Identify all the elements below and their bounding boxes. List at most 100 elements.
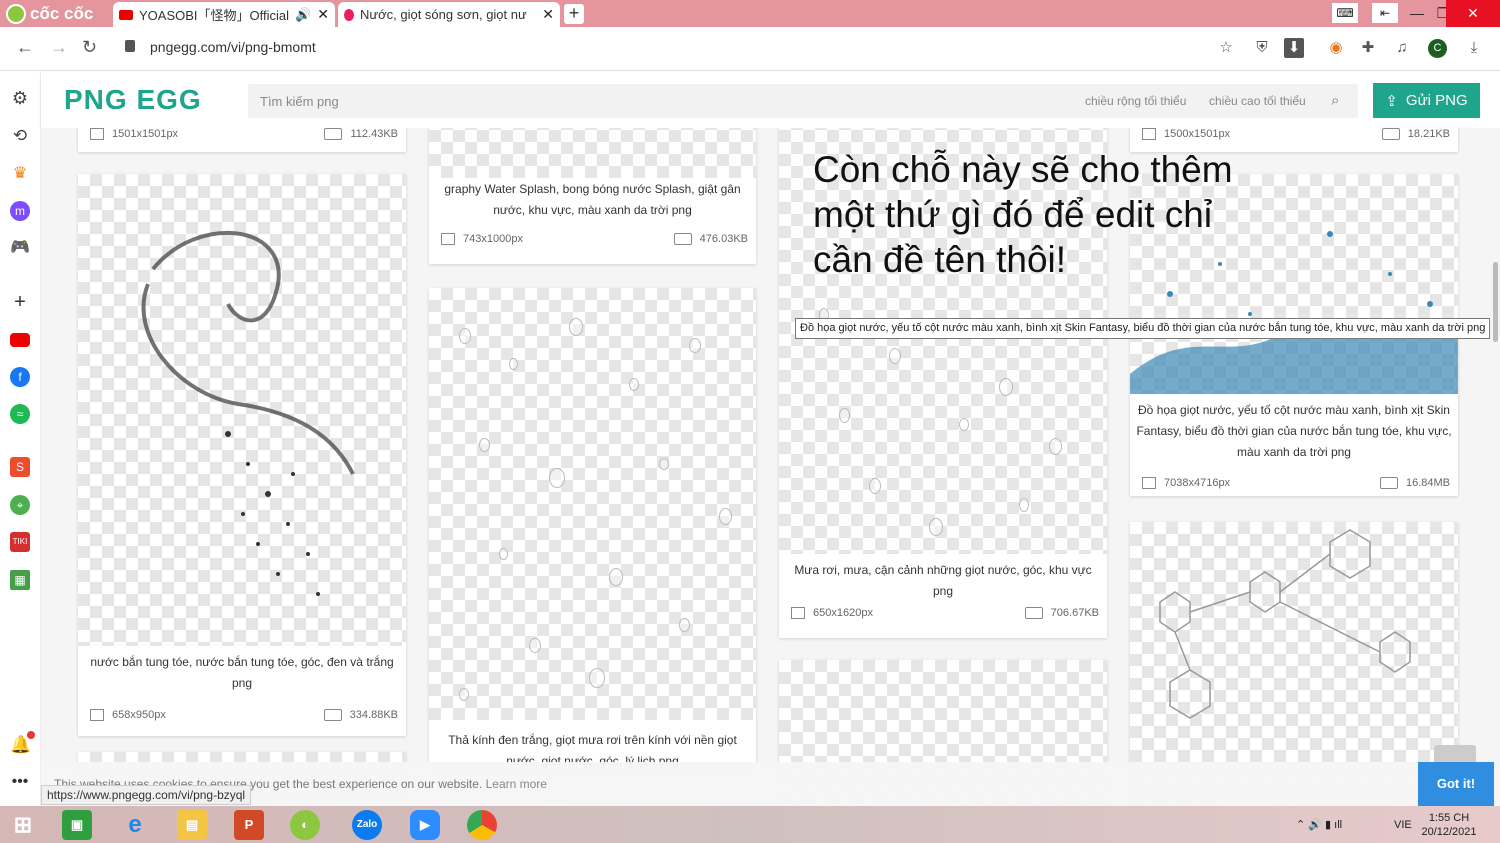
card-meta: 743x1000px 476.03KB [441,230,748,248]
dimension-icon [1142,477,1156,489]
chrome-icon[interactable] [467,810,497,840]
more-icon[interactable]: ••• [10,772,30,792]
min-height-filter[interactable]: chiều cao tối thiểu [1209,94,1306,108]
folder-icon [1379,477,1398,489]
bell-icon[interactable]: 🔔 [10,735,31,755]
clock[interactable]: 1:55 CH 20/12/2021 [1420,811,1478,839]
zalo-icon[interactable]: Zalo [352,810,382,840]
coccoc-taskbar-icon[interactable]: ◐ [290,810,320,840]
shopee-icon[interactable]: S [10,457,30,477]
star-icon[interactable]: ☆ [1216,38,1236,58]
back-forward-icon[interactable]: ⇤ [1372,3,1398,23]
search-placeholder: Tìm kiếm png [260,94,339,109]
learn-more-link[interactable]: Learn more [486,777,547,791]
submit-png-button[interactable]: ⇪ Gửi PNG [1373,83,1480,118]
puzzle-icon[interactable]: ✚ [1358,38,1378,58]
download-ext-icon[interactable]: ⬇ [1284,38,1304,58]
image-card[interactable]: graphy Water Splash, bong bóng nước Spla… [429,128,756,264]
card-caption[interactable]: Mưa rơi, mưa, cận cảnh những giọt nước, … [783,560,1103,602]
card-meta: 1500x1501px 18.21KB [1142,128,1450,143]
cookie-accept-button[interactable]: Got it! [1418,762,1494,806]
zoom-icon[interactable]: ▶ [410,810,440,840]
card-image [429,128,756,178]
raindrop-image [429,288,756,720]
crown-icon[interactable]: ♛ [10,164,30,184]
folder-icon [1024,607,1043,619]
facebook-icon[interactable]: f [10,367,30,387]
audio-icon[interactable]: 🔊 [295,7,311,23]
dimension-icon [90,128,104,140]
image-grid: 1501x1501px 112.43KB nước bắn tung tóe, n… [41,128,1500,806]
windows-start-icon[interactable]: ⊞ [8,810,38,840]
upload-icon: ⇪ [1385,92,1398,110]
close-window-icon[interactable]: ✕ [1446,0,1500,27]
tab-youtube[interactable]: YOASOBI「怪物」Official M 🔊 ✕ [113,2,335,27]
dimension-icon [90,709,104,721]
avatar[interactable]: C [1428,39,1447,58]
coccoc-ext-icon[interactable]: ◉ [1326,38,1346,58]
ie-icon[interactable]: e [120,810,150,840]
add-icon[interactable]: + [10,292,30,312]
music-icon[interactable]: ♫ [1392,38,1412,58]
reader-icon[interactable]: ⌨ [1332,3,1358,23]
explorer-icon[interactable]: ▤ [177,810,207,840]
splash-image [78,174,406,646]
dimension-icon [441,233,455,245]
tab-pngegg[interactable]: Nước, giọt sóng sơn, giọt nư ✕ [338,2,560,27]
folder-icon [673,233,692,245]
reload-icon[interactable]: ↻ [82,37,97,58]
close-tab-icon[interactable]: ✕ [317,6,329,23]
min-width-filter[interactable]: chiều rộng tối thiểu [1085,94,1186,108]
card-caption[interactable]: graphy Water Splash, bong bóng nước Spla… [433,179,752,221]
card-meta: 650x1620px 706.67KB [791,604,1099,622]
back-icon[interactable]: ← [16,37,34,58]
map-icon[interactable]: ⌖ [10,495,30,515]
spotify-icon[interactable]: ≈ [10,404,30,424]
search-icon[interactable]: ⌕ [1331,92,1339,109]
coccoc-logo-icon [6,4,26,24]
card-meta: 1501x1501px 112.43KB [90,128,398,143]
tray-icons[interactable]: ⌃ 🔊 ▮ ıll [1296,818,1342,831]
youtube-icon[interactable] [10,333,30,347]
store-icon[interactable]: ▣ [62,810,92,840]
url-field[interactable]: pngegg.com/vi/png-bmomt [150,39,316,55]
powerpoint-icon[interactable]: P [234,810,264,840]
status-url: https://www.pngegg.com/vi/png-bzyql [41,785,252,805]
image-card[interactable]: Thả kính đen trắng, giọt mưa rơi trên kí… [429,288,756,768]
card-meta: 7038x4716px 16.84MB [1142,474,1450,492]
folder-icon [323,709,342,721]
image-card[interactable]: nước bắn tung tóe, nước bắn tung tóe, gó… [78,174,406,736]
windows-taskbar [0,806,1500,843]
new-tab-button[interactable]: + [564,4,584,24]
tiki-icon[interactable]: TIKI [10,532,30,552]
coccoc-menu[interactable]: cốc cốc [6,3,93,25]
download-icon[interactable]: ⤓ [1464,38,1484,58]
folder-icon [324,128,343,140]
close-tab-icon[interactable]: ✕ [542,6,554,23]
language-indicator[interactable]: VIE [1394,819,1412,831]
sheet-icon[interactable]: ▦ [10,570,30,590]
search-input[interactable] [248,84,1358,118]
notification-dot [27,731,35,739]
dimension-icon [791,607,805,619]
pngegg-logo[interactable]: PNG EGG [64,84,202,116]
messenger-icon[interactable]: m [10,201,30,221]
back-to-top-button[interactable] [1434,745,1476,763]
black-splash-graphic [141,230,355,596]
lock-icon[interactable] [125,40,135,52]
forward-icon[interactable]: → [50,37,68,58]
pngegg-favicon-icon [344,8,354,21]
game-icon[interactable]: 🎮 [10,238,30,258]
card-caption[interactable]: nước bắn tung tóe, nước bắn tung tóe, gó… [82,652,402,694]
card-meta: 658x950px 334.88KB [90,706,398,724]
youtube-icon [119,9,133,20]
dimension-icon [1142,128,1156,140]
settings-icon[interactable]: ⚙ [10,88,30,108]
scrollbar-thumb[interactable] [1493,262,1498,342]
extension-icon[interactable]: ⛨ [1252,38,1272,58]
history-icon[interactable]: ⟲ [10,126,30,146]
image-tooltip: Đồ họa giọt nước, yếu tố cột nước màu xa… [795,318,1491,339]
overlay-annotation: Còn chỗ này sẽ cho thêm một thứ gì đó để… [813,149,1233,280]
card-caption[interactable]: Đồ họa giọt nước, yếu tố cột nước màu xa… [1134,400,1454,463]
image-card[interactable]: 1501x1501px 112.43KB [78,128,406,152]
